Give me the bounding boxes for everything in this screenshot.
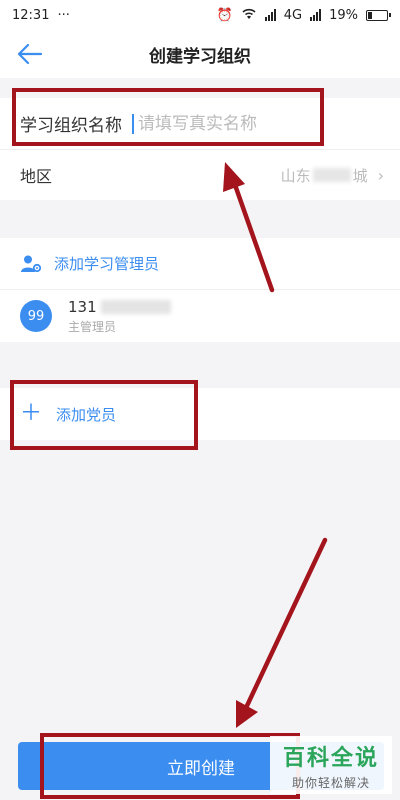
highlight-box-create xyxy=(40,733,300,799)
admin-info: 131 主管理员 xyxy=(68,298,171,335)
watermark-sub: 助你轻松解决 xyxy=(291,775,370,790)
alarm-icon: ⏰ xyxy=(216,7,233,23)
watermark-logo: 百科全说 助你轻松解决 xyxy=(270,736,392,794)
watermark-main: 百科全说 xyxy=(282,745,379,771)
admin-phone-redacted xyxy=(100,299,171,314)
arrow-left-icon xyxy=(17,43,43,65)
admin-phone-prefix: 131 xyxy=(68,297,97,316)
chevron-right-icon: › xyxy=(377,165,384,185)
region-value-end: 城 xyxy=(352,166,368,185)
admin-phone: 131 xyxy=(68,298,171,316)
highlight-box-add-member xyxy=(10,380,198,450)
region-value-redacted xyxy=(312,168,351,182)
user-settings-icon xyxy=(21,255,42,272)
region-label: 地区 xyxy=(20,167,53,186)
region-value-start: 山东 xyxy=(280,166,311,185)
admin-section: 添加学习管理员 99 131 主管理员 xyxy=(0,238,400,342)
page-title: 创建学习组织 xyxy=(149,46,251,67)
admin-list-item[interactable]: 99 131 主管理员 xyxy=(0,290,400,342)
add-admin-label: 添加学习管理员 xyxy=(54,255,160,273)
battery-icon xyxy=(366,9,391,21)
back-button[interactable] xyxy=(12,38,48,70)
arrow-down-annotation xyxy=(236,537,328,728)
status-time: 12:31 xyxy=(12,7,50,23)
avatar: 99 xyxy=(20,300,52,332)
region-row[interactable]: 地区 山东 城 › xyxy=(0,150,400,200)
highlight-box-name xyxy=(12,88,324,146)
status-left: 12:31 ··· xyxy=(12,8,70,23)
status-right: ⏰ 4G 19% xyxy=(216,7,391,23)
wifi-icon xyxy=(241,8,257,23)
notification-dots: ··· xyxy=(57,7,70,23)
status-bar: 12:31 ··· ⏰ 4G 19% xyxy=(0,0,400,30)
region-value: 山东 城 xyxy=(281,165,368,186)
nav-bar: 创建学习组织 xyxy=(0,30,400,78)
network-type: 4G xyxy=(283,7,303,23)
signal-icon-2 xyxy=(310,9,322,21)
battery-percent: 19% xyxy=(329,7,358,23)
admin-role: 主管理员 xyxy=(68,319,117,334)
signal-icon xyxy=(264,9,276,21)
add-admin-button[interactable]: 添加学习管理员 xyxy=(0,238,400,290)
